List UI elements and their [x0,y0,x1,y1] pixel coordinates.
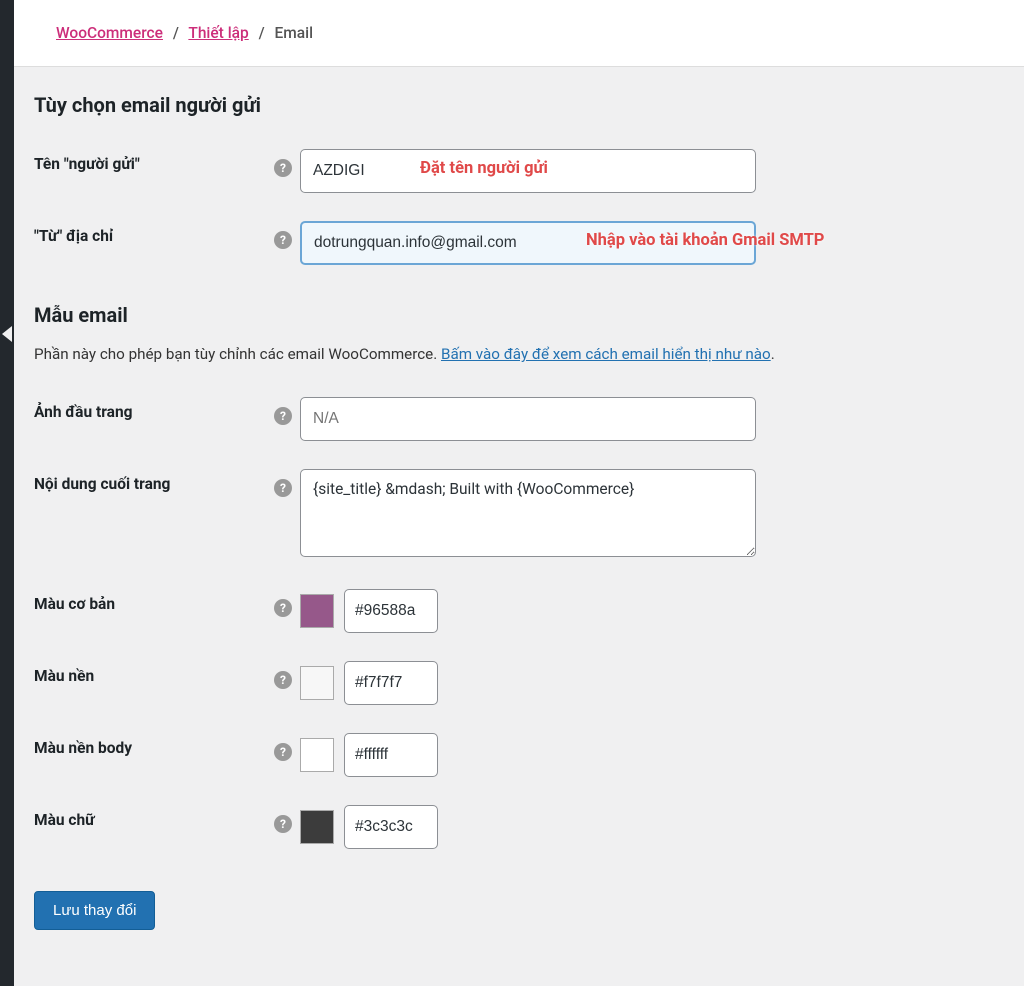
content-wrap: Tùy chọn email người gửi Tên "người gửi"… [14,67,1024,950]
breadcrumb-sep: / [259,24,265,42]
help-icon[interactable]: ? [274,407,292,425]
footer-text-label: Nội dung cuối trang [34,455,274,575]
body-bg-input[interactable] [344,733,438,777]
from-name-input[interactable] [300,149,756,193]
bg-color-input[interactable] [344,661,438,705]
footer-text-input[interactable] [300,469,756,557]
base-color-swatch[interactable] [300,594,334,628]
breadcrumb-current: Email [275,24,314,42]
breadcrumb-link-woocommerce[interactable]: WooCommerce [56,24,163,42]
sender-options-heading: Tùy chọn email người gửi [34,93,1004,117]
help-icon[interactable]: ? [274,671,292,689]
help-icon[interactable]: ? [274,159,292,177]
text-color-input[interactable] [344,805,438,849]
breadcrumb-link-settings[interactable]: Thiết lập [188,24,248,42]
text-color-swatch[interactable] [300,810,334,844]
text-color-label: Màu chữ [34,791,274,863]
base-color-label: Màu cơ bản [34,575,274,647]
preview-email-link[interactable]: Bấm vào đây để xem cách email hiển thị n… [441,345,771,363]
template-form-table: Ảnh đầu trang ? Nội dung cuối trang ? Mà… [34,383,1004,863]
from-address-label: "Từ" địa chỉ [34,207,274,279]
help-icon[interactable]: ? [274,479,292,497]
from-name-label: Tên "người gửi" [34,135,274,207]
header-image-label: Ảnh đầu trang [34,383,274,455]
sidebar-collapse-arrow-icon[interactable] [2,326,12,342]
main-content: WooCommerce / Thiết lập / Email Tùy chọn… [14,0,1024,986]
body-bg-label: Màu nền body [34,719,274,791]
bg-color-swatch[interactable] [300,666,334,700]
help-icon[interactable]: ? [274,231,292,249]
breadcrumb: WooCommerce / Thiết lập / Email [14,0,1024,67]
template-description: Phần này cho phép bạn tùy chỉnh các emai… [34,345,1004,363]
body-bg-swatch[interactable] [300,738,334,772]
base-color-input[interactable] [344,589,438,633]
help-icon[interactable]: ? [274,599,292,617]
breadcrumb-sep: / [173,24,179,42]
sender-form-table: Tên "người gửi" ? Đặt tên người gửi "Từ"… [34,135,1004,279]
template-heading: Mẫu email [34,303,1004,327]
admin-sidebar [0,0,14,986]
help-icon[interactable]: ? [274,743,292,761]
save-button[interactable]: Lưu thay đổi [34,891,155,930]
header-image-input[interactable] [300,397,756,441]
bg-color-label: Màu nền [34,647,274,719]
help-icon[interactable]: ? [274,815,292,833]
from-address-input[interactable] [300,221,756,265]
